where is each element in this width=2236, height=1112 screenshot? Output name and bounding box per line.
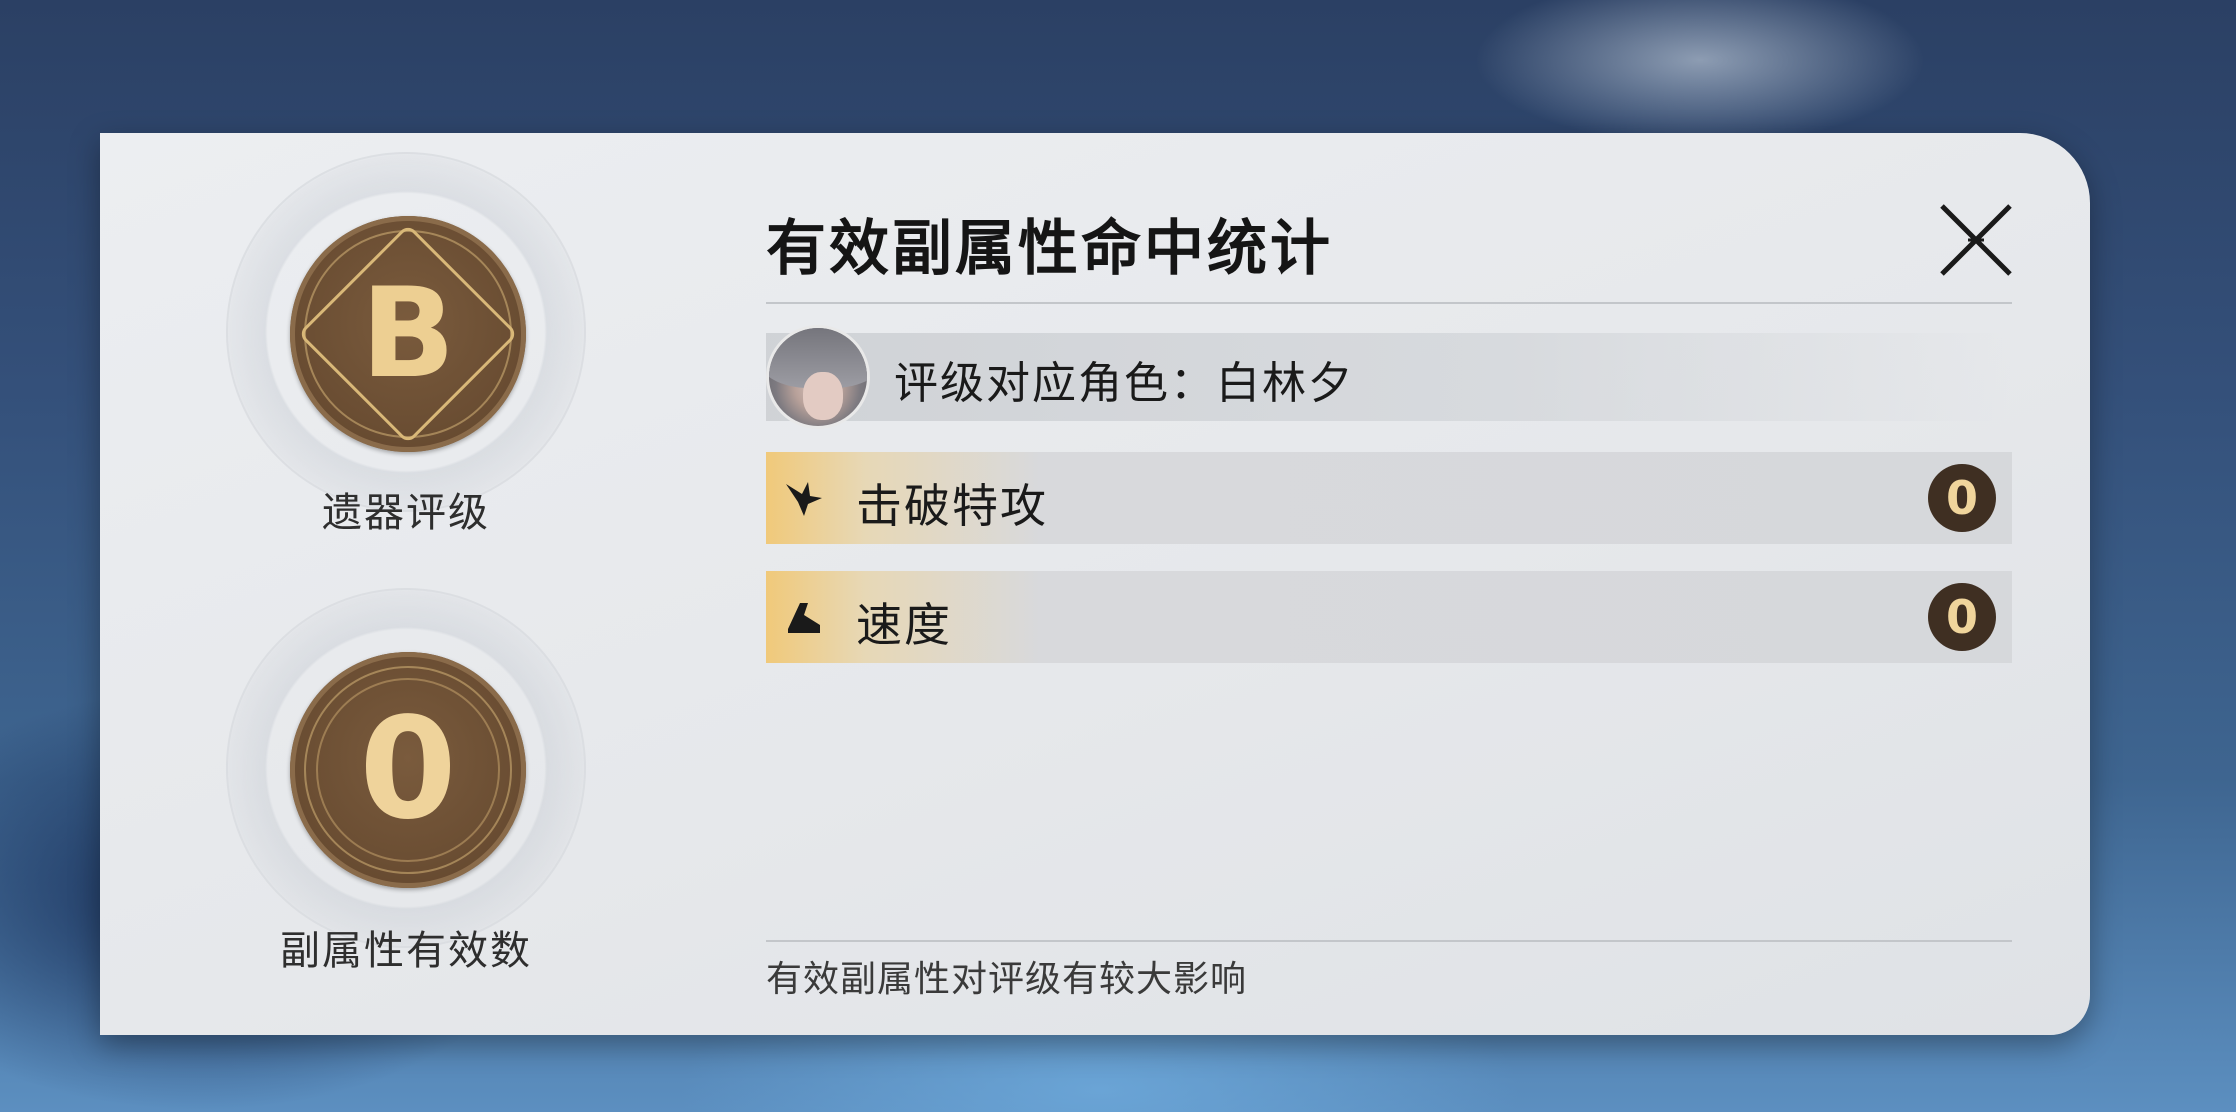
footnote-text: 有效副属性对评级有较大影响 [766, 959, 1248, 1000]
character-row: 评级对应角色：白林夕 [766, 325, 2012, 429]
stat-label: 击破特攻 [856, 479, 1048, 533]
stat-row-speed: 速度 0 [766, 571, 2012, 663]
relic-rating-medal: B [226, 152, 586, 512]
rating-letter: B [360, 262, 456, 406]
character-label: 评级对应角色：白林夕 [894, 358, 1354, 409]
speed-icon [788, 603, 820, 633]
character-avatar [766, 325, 870, 429]
break-effect-icon [786, 482, 822, 516]
close-button[interactable] [1938, 202, 2014, 278]
count-coin: 0 [290, 652, 526, 888]
stat-count-badge: 0 [1928, 583, 1996, 651]
avatar-face [803, 372, 843, 420]
stat-row-break-effect: 击破特攻 0 [766, 452, 2012, 544]
rating-coin: B [290, 216, 526, 452]
stat-count-badge: 0 [1928, 464, 1996, 532]
footer-divider [766, 940, 2012, 942]
title-divider [766, 302, 2012, 304]
relic-rating-label: 遗器评级 [322, 490, 490, 536]
dialog-title: 有效副属性命中统计 [766, 214, 1333, 284]
effective-count-label: 副属性有效数 [280, 928, 532, 974]
stat-label: 速度 [856, 598, 952, 652]
effective-count-value: 0 [359, 688, 457, 851]
effective-count-medal: 0 [226, 588, 586, 948]
close-x-icon [1940, 204, 2012, 276]
